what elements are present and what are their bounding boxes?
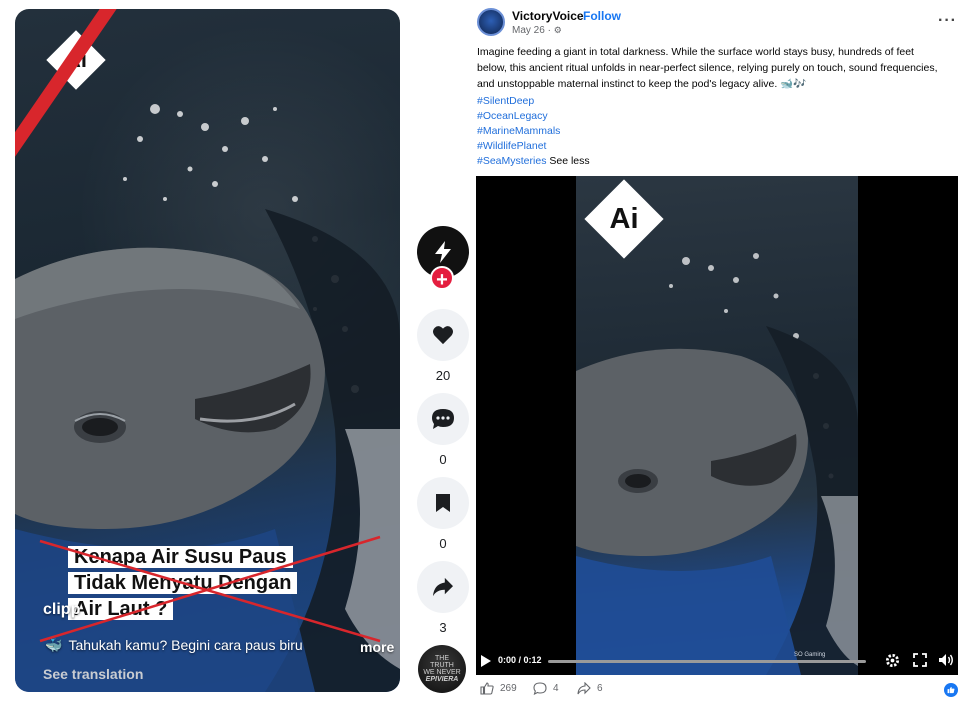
video-time: 0:00 / 0:12 [498,655,542,665]
post-date-text: May 26 · [512,25,551,36]
post-author-name[interactable]: VictoryVoice [512,9,584,23]
post-author-avatar[interactable] [477,8,505,36]
video-description-text: Tahukah kamu? Begini cara paus biru [68,637,303,653]
seek-bar[interactable] [548,660,866,663]
hashtag-wildlifeplanet[interactable]: #WildlifePlanet [477,139,590,154]
thumbs-up-icon [480,682,494,695]
share-button[interactable] [417,561,469,613]
hashtag-seamysteries[interactable]: #SeaMysteries [477,155,546,167]
save-count: 0 [439,536,447,551]
ai-badge-label: Ai [65,47,87,72]
caption-line-3: Air Laut ? [68,598,174,620]
share-arrow-icon [433,577,453,597]
save-button[interactable] [417,477,469,529]
short-video-player[interactable]: Ai Kenapa Air Susu Paus Tidak Menyatu De… [15,9,400,692]
globe-gear-icon: ⚙ [553,25,562,35]
post-body-text: Imagine feeding a giant in total darknes… [477,46,938,90]
clip-label: clipp [43,601,81,618]
settings-gear-icon[interactable] [885,653,900,668]
ai-badge-post-label: Ai [609,202,639,235]
comment-action-count: 4 [553,683,559,694]
fullscreen-icon[interactable] [913,653,927,667]
volume-icon[interactable] [938,653,954,667]
sound-avatar-line-4: EPIVIERA [425,676,459,683]
lightning-icon [435,241,451,263]
caption-line-2: Tidak Menyatu Dengan [68,572,298,594]
see-translation-link[interactable]: See translation [43,666,143,682]
follow-plus-button[interactable]: + [430,266,454,291]
sound-avatar-line-3: WE NEVER [423,669,461,676]
sound-avatar-line-1: THE [435,655,449,662]
sound-avatar[interactable]: THE TRUTH WE NEVER EPIVIERA [418,645,466,693]
hashtag-silentdeep[interactable]: #SilentDeep [477,94,590,109]
share-icon [577,682,591,695]
hashtag-marinemammals[interactable]: #MarineMammals [477,124,590,139]
like-action[interactable]: 269 [480,682,517,695]
post-video-player[interactable]: SO Gaming [476,176,958,675]
more-link[interactable]: more [360,639,394,655]
video-description[interactable]: 🐳 Tahukah kamu? Begini cara paus biru [45,637,303,654]
more-options-icon[interactable]: ··· [938,12,957,30]
sound-avatar-line-2: TRUTH [430,662,454,669]
share-action-count: 6 [597,683,603,694]
share-count: 3 [439,620,447,635]
comment-action[interactable]: 4 [533,682,559,695]
comment-bubble-icon [432,409,454,429]
bookmark-icon [436,494,450,512]
comment-icon [533,682,547,695]
author-follow-separator: · [578,9,582,23]
hashtag-list: #SilentDeep #OceanLegacy #MarineMammals … [477,94,590,169]
comment-count: 0 [439,452,447,467]
like-count: 20 [435,368,451,383]
comment-button[interactable] [417,393,469,445]
post-date[interactable]: May 26 · ⚙ [512,25,562,36]
caption-line-1: Kenapa Air Susu Paus [68,546,293,568]
whale-emoji-icon: 🐳 [45,637,63,653]
share-action[interactable]: 6 [577,682,603,695]
see-less-link[interactable]: See less [549,155,589,167]
like-reaction-icon [944,683,958,697]
follow-button[interactable]: Follow [583,9,621,23]
like-button[interactable] [417,309,469,361]
video-controls-bar: 0:00 / 0:12 [476,650,958,672]
heart-icon [433,326,453,345]
play-icon[interactable] [480,654,492,668]
hashtag-oceanlegacy[interactable]: #OceanLegacy [477,109,590,124]
like-action-count: 269 [500,683,517,694]
